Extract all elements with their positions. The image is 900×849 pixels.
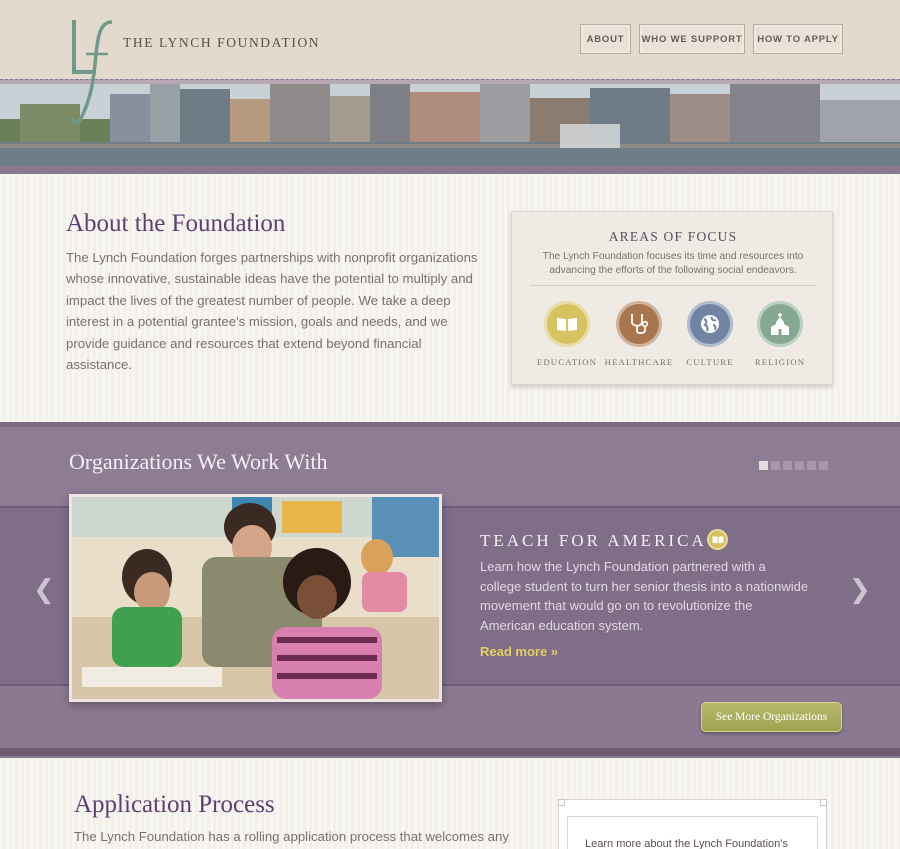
globe-icon[interactable]	[687, 301, 733, 347]
focus-religion[interactable]: RELIGION	[740, 301, 820, 367]
lynch-foundation-logo[interactable]	[66, 14, 126, 126]
slider-dots[interactable]	[759, 461, 828, 470]
focus-label: HEALTHCARE	[604, 357, 674, 367]
frame-corner	[558, 799, 565, 806]
slider-dot-6[interactable]	[819, 461, 828, 470]
slider-dot-1[interactable]	[759, 461, 768, 470]
slider-dot-5[interactable]	[807, 461, 816, 470]
focus-description: The Lynch Foundation focuses its time an…	[542, 251, 804, 276]
see-more-organizations-button[interactable]: See More Organizations	[701, 702, 842, 732]
slider-next-arrow[interactable]: ❯	[849, 575, 871, 605]
focus-title: AREAS OF FOCUS	[608, 229, 738, 244]
about-text: The Lynch Foundation forges partnerships…	[66, 250, 478, 373]
brand-name[interactable]: THE LYNCH FOUNDATION	[123, 35, 320, 51]
orgs-base-strip	[0, 748, 900, 756]
application-text: The Lynch Foundation has a rolling appli…	[74, 829, 509, 844]
book-icon	[707, 529, 728, 550]
organization-name: TEACH FOR AMERICA	[480, 531, 707, 550]
focus-education[interactable]: EDUCATION	[527, 301, 607, 367]
focus-label: CULTURE	[686, 357, 734, 367]
focus-label: RELIGION	[754, 357, 806, 367]
nav-who-we-support-button[interactable]: WHO WE SUPPORT	[639, 24, 745, 54]
frame-corner	[820, 799, 827, 806]
nav-about-button[interactable]: ABOUT	[580, 24, 631, 54]
read-more-link[interactable]: Read more »	[480, 644, 558, 659]
focus-culture[interactable]: CULTURE	[670, 301, 750, 367]
slider-prev-arrow[interactable]: ❮	[33, 575, 55, 605]
slider-dot-4[interactable]	[795, 461, 804, 470]
focus-divider	[530, 285, 816, 286]
city-skyline-banner	[0, 84, 900, 166]
slider-dot-2[interactable]	[771, 461, 780, 470]
classroom-photo	[72, 497, 439, 699]
focus-label: EDUCATION	[536, 357, 598, 367]
about-title: About the Foundation	[66, 210, 286, 237]
organizations-title: Organizations We Work With	[69, 449, 328, 474]
organization-description: Learn how the Lynch Foundation partnered…	[480, 559, 809, 633]
learn-more-text: Learn more about the Lynch Foundation’s	[585, 838, 789, 849]
application-title: Application Process	[74, 791, 275, 818]
organization-photo-frame[interactable]	[69, 494, 442, 702]
slider-dot-3[interactable]	[783, 461, 792, 470]
stethoscope-icon[interactable]	[616, 301, 662, 347]
book-icon[interactable]	[544, 301, 590, 347]
church-icon[interactable]	[757, 301, 803, 347]
areas-of-focus-panel: AREAS OF FOCUS The Lynch Foundation focu…	[511, 211, 833, 385]
focus-healthcare[interactable]: HEALTHCARE	[599, 301, 679, 367]
banner-bottom-strip	[0, 166, 900, 174]
nav-how-to-apply-button[interactable]: HOW TO APPLY	[753, 24, 843, 54]
